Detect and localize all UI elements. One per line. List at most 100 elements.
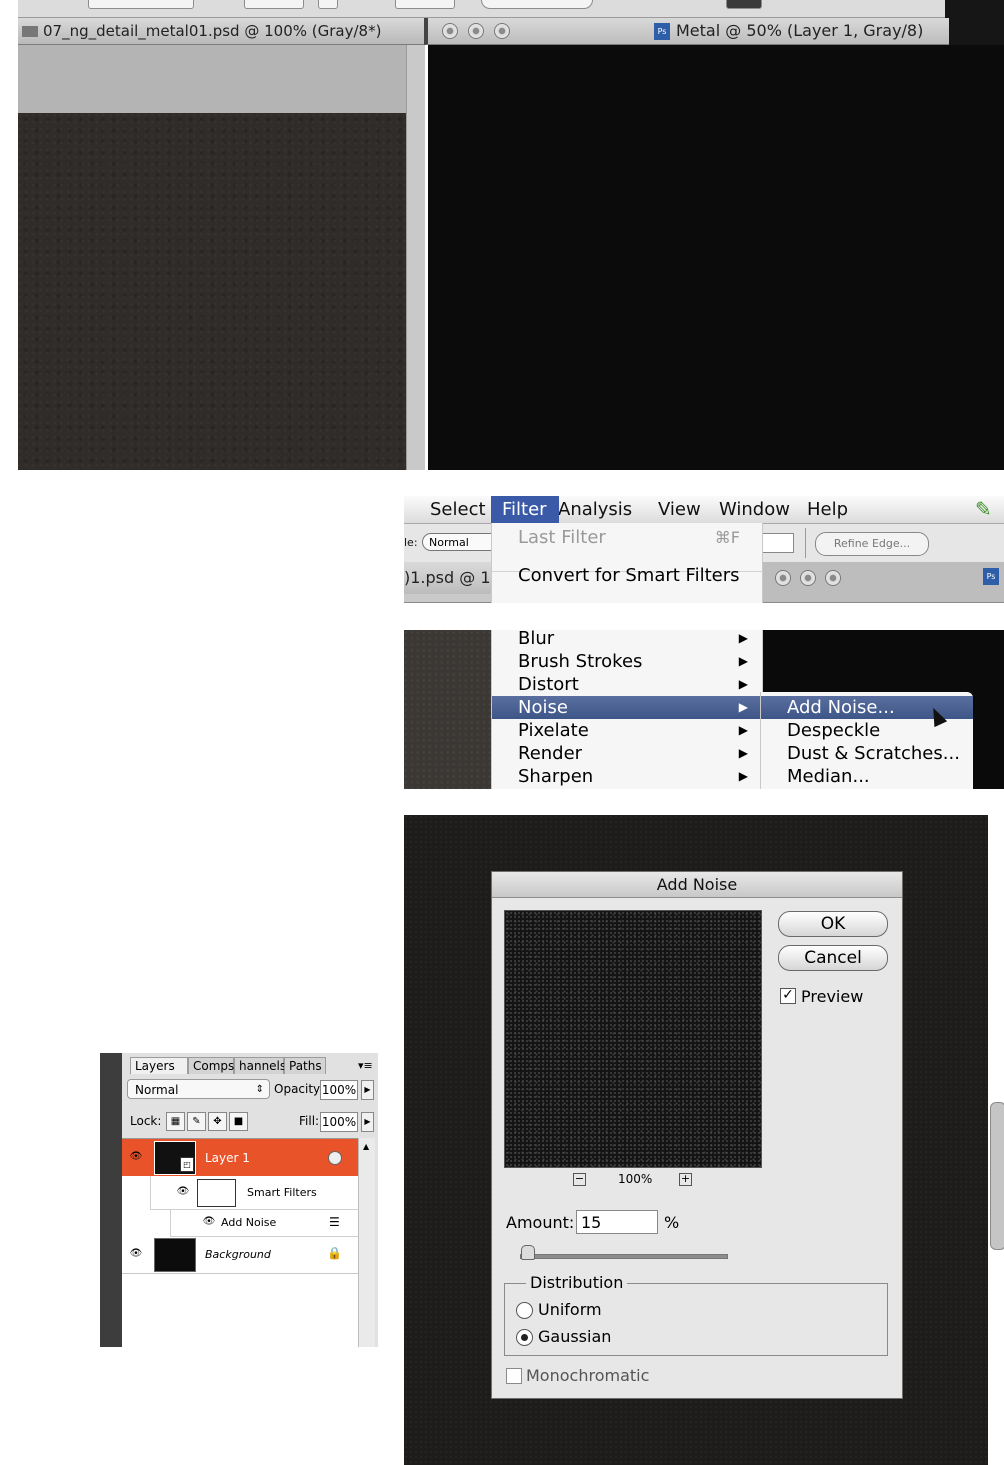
tab-layers[interactable]: Layers × <box>130 1057 188 1090</box>
zoom-window-icon[interactable] <box>494 23 510 39</box>
opacity-label: Opacity: <box>274 1082 324 1096</box>
lock-position-icon[interactable]: ✥ <box>208 1112 227 1131</box>
layer-thumbnail <box>154 1238 196 1272</box>
menu-item-noise[interactable]: Noise ▶ <box>492 696 762 719</box>
options-divider <box>805 528 806 558</box>
blend-mode-select[interactable]: Normal ⇕ <box>127 1079 270 1099</box>
menu-item-label: Noise <box>518 697 568 718</box>
panel-tabs: Layers × Comps hannels Paths ▾≡ <box>126 1053 376 1090</box>
layer-row-add-noise[interactable]: 👁 Add Noise ☰ <box>170 1209 359 1237</box>
tab-channels[interactable]: hannels <box>234 1057 287 1074</box>
menu-item-sharpen[interactable]: Sharpen ▶ <box>492 765 762 788</box>
photoshop-file-icon: Ps <box>654 23 670 40</box>
tab-paths[interactable]: Paths <box>284 1057 326 1074</box>
layer-row-layer-1[interactable]: 👁 ◰ Layer 1 <box>122 1139 358 1176</box>
smart-filter-icon[interactable] <box>328 1151 342 1165</box>
zoom-level: 100% <box>618 1172 653 1186</box>
zoom-in-button[interactable]: + <box>679 1173 692 1186</box>
monochromatic-checkbox[interactable] <box>506 1368 522 1384</box>
refine-edge-button[interactable]: Refine Edge... <box>815 532 929 556</box>
photoshop-file-icon: Ps <box>983 568 999 585</box>
height-field[interactable] <box>760 533 794 553</box>
doc1-scrollbar[interactable] <box>406 45 425 470</box>
menu-item-distort[interactable]: Distort ▶ <box>492 673 762 696</box>
opacity-field[interactable]: 100% <box>320 1080 358 1100</box>
zoom-window-icon[interactable] <box>825 570 841 586</box>
refine-edge-button-partial[interactable] <box>481 0 593 9</box>
preview-checkbox[interactable]: ✓ <box>780 988 796 1004</box>
uniform-radio[interactable] <box>516 1302 533 1319</box>
minimize-window-icon[interactable] <box>800 570 816 586</box>
layers-scrollbar[interactable]: ▲ <box>358 1138 375 1347</box>
minimize-window-icon[interactable] <box>468 23 484 39</box>
amount-input[interactable]: 15 <box>576 1210 658 1234</box>
opacity-slider-button[interactable]: ▶ <box>361 1080 374 1100</box>
distribution-label: Distribution <box>526 1273 628 1292</box>
visibility-eye-icon[interactable]: 👁 <box>201 1217 217 1227</box>
menu-item-label: Render <box>518 743 583 764</box>
submenu-arrow-icon: ▶ <box>738 677 748 691</box>
smart-object-icon: ◰ <box>180 1157 194 1172</box>
ok-button[interactable]: OK <box>778 911 888 937</box>
visibility-eye-icon[interactable]: 👁 <box>128 1152 144 1162</box>
width-field-partial[interactable] <box>244 0 304 9</box>
layers-list: 👁 ◰ Layer 1 👁 Smart Filters 👁 Add Noise … <box>122 1138 359 1348</box>
menu-select[interactable]: Select <box>430 496 486 523</box>
lock-all-icon[interactable]: ■ <box>229 1112 248 1131</box>
doc2-title-bar[interactable]: Ps Metal @ 50% (Layer 1, Gray/8) <box>424 18 949 45</box>
black-document-canvas[interactable] <box>428 45 1004 470</box>
layers-panel: Layers × Comps hannels Paths ▾≡ Normal ⇕… <box>100 1053 378 1348</box>
gaussian-radio[interactable] <box>516 1329 533 1346</box>
menu-item-convert-smart-filters[interactable]: Convert for Smart Filters <box>492 564 762 587</box>
scroll-up-icon[interactable]: ▲ <box>363 1142 369 1151</box>
noise-preview[interactable] <box>504 910 762 1168</box>
tab-label: hannels <box>239 1059 287 1073</box>
scroll-thumb[interactable] <box>990 1102 1004 1250</box>
menu-filter[interactable]: Filter <box>491 496 559 523</box>
amount-unit: % <box>664 1213 680 1232</box>
style-select[interactable]: Normal <box>422 533 502 551</box>
fill-slider-button[interactable]: ▶ <box>361 1112 374 1132</box>
blend-mode-value: Normal <box>135 1083 179 1097</box>
menu-window[interactable]: Window <box>719 496 790 523</box>
close-window-icon[interactable] <box>775 570 791 586</box>
menu-view[interactable]: View <box>658 496 701 523</box>
menu-item-render[interactable]: Render ▶ <box>492 742 762 765</box>
chevron-updown-icon: ⇕ <box>255 1084 264 1095</box>
menu-item-last-filter[interactable]: Last Filter ⌘F <box>492 526 762 549</box>
zoom-out-button[interactable]: − <box>573 1173 586 1186</box>
menu-item-blur[interactable]: Blur ▶ <box>492 627 762 650</box>
close-window-icon[interactable] <box>442 23 458 39</box>
metal-texture-canvas[interactable] <box>404 630 492 789</box>
layer-row-smart-filters[interactable]: 👁 Smart Filters <box>150 1176 359 1210</box>
workspace-button-partial[interactable] <box>726 0 762 9</box>
menu-item-pixelate[interactable]: Pixelate ▶ <box>492 719 762 742</box>
script-menu-icon[interactable]: ✎ <box>975 496 992 523</box>
menu-item-dust-scratches[interactable]: Dust & Scratches... <box>761 742 973 765</box>
fill-label: Fill: <box>299 1114 320 1128</box>
lock-transparency-icon[interactable]: ▦ <box>166 1112 185 1131</box>
style-select-partial[interactable] <box>88 0 194 9</box>
menu-item-brush-strokes[interactable]: Brush Strokes ▶ <box>492 650 762 673</box>
fill-field[interactable]: 100% <box>320 1112 358 1132</box>
menu-item-median[interactable]: Median... <box>761 765 973 788</box>
visibility-eye-icon[interactable]: 👁 <box>128 1249 144 1259</box>
height-field-partial[interactable] <box>395 0 455 9</box>
panel-menu-icon[interactable]: ▾≡ <box>358 1059 373 1072</box>
tab-comps[interactable]: Comps <box>188 1057 234 1074</box>
amount-slider-track[interactable] <box>520 1254 728 1259</box>
menu-help[interactable]: Help <box>807 496 848 523</box>
layer-name: Background <box>205 1248 271 1261</box>
metal-texture-canvas[interactable] <box>18 113 406 470</box>
doc1-tab[interactable]: )1.psd @ 10 <box>404 562 492 594</box>
visibility-eye-icon[interactable]: 👁 <box>175 1187 191 1197</box>
doc1-title-bar[interactable]: 07_ng_detail_metal01.psd @ 100% (Gray/8*… <box>18 18 424 45</box>
lock-pixels-icon[interactable]: ✎ <box>187 1112 206 1131</box>
blending-options-icon[interactable]: ☰ <box>329 1215 340 1229</box>
cancel-button[interactable]: Cancel <box>778 945 888 971</box>
menu-analysis[interactable]: Analysis <box>558 496 632 523</box>
layer-row-background[interactable]: 👁 Background 🔒 <box>122 1236 358 1274</box>
layer-name: Layer 1 <box>205 1151 250 1165</box>
amount-slider-thumb[interactable] <box>520 1245 535 1260</box>
swap-button-partial[interactable] <box>318 0 338 9</box>
